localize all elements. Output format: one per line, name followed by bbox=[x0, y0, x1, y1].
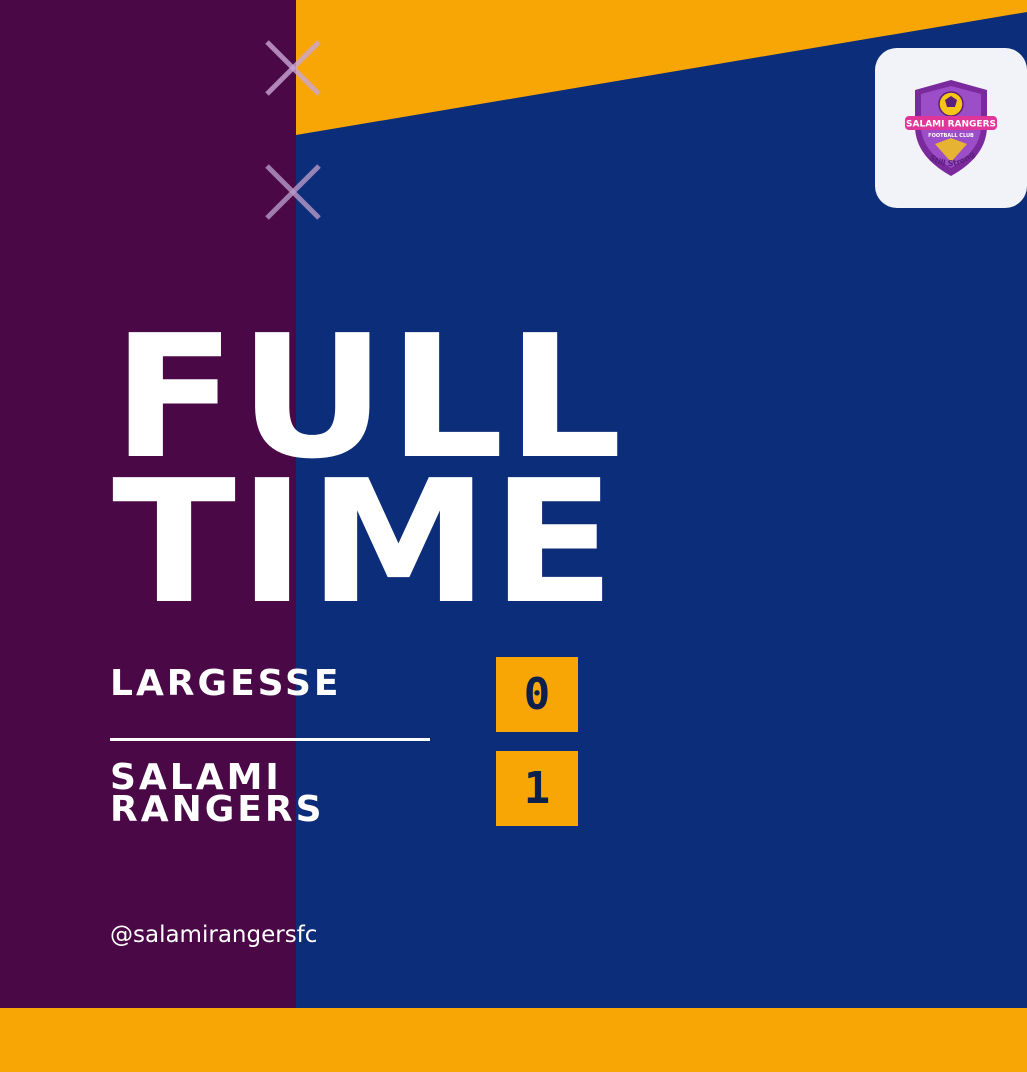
gold-bottom-bar bbox=[0, 1008, 1027, 1072]
logo-club-name: SALAMI RANGERS bbox=[906, 120, 996, 130]
away-team-score: 1 bbox=[496, 751, 578, 826]
away-team-name: SALAMI RANGERS bbox=[110, 760, 325, 830]
gold-diagonal-banner bbox=[296, 0, 1027, 135]
cross-icon bbox=[265, 164, 321, 220]
club-crest-icon: SALAMI RANGERS FOOTBALL CLUB Still Stron… bbox=[905, 80, 997, 176]
social-handle: @salamirangersfc bbox=[110, 922, 318, 948]
home-team-score: 0 bbox=[496, 657, 578, 732]
home-team-name: LARGESSE bbox=[110, 663, 342, 704]
cross-icon bbox=[265, 40, 321, 96]
headline-time: TIME bbox=[112, 444, 618, 642]
full-time-poster: SALAMI RANGERS FOOTBALL CLUB Still Stron… bbox=[0, 0, 1027, 1072]
team-divider bbox=[110, 738, 430, 741]
club-logo-card: SALAMI RANGERS FOOTBALL CLUB Still Stron… bbox=[875, 48, 1027, 208]
away-team-name-line-2: RANGERS bbox=[110, 789, 325, 830]
